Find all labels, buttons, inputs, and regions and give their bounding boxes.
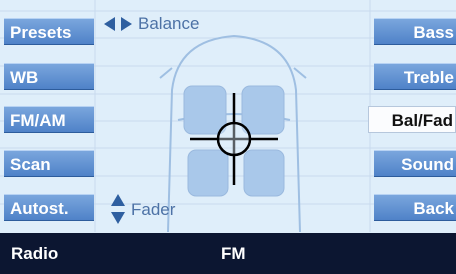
fader-label: Fader bbox=[131, 200, 176, 219]
scan-button[interactable]: Scan bbox=[4, 150, 94, 177]
radio-audio-screen: Presets WB FM/AM Scan Autost. Bass Trebl… bbox=[0, 0, 456, 274]
bass-button[interactable]: Bass bbox=[374, 18, 456, 45]
seat-rear-left bbox=[187, 149, 229, 197]
autostore-button[interactable]: Autost. bbox=[4, 194, 94, 221]
seat-front-left bbox=[183, 85, 227, 135]
source-label: Radio bbox=[11, 244, 59, 263]
up-down-arrows-icon bbox=[111, 194, 125, 224]
wb-button[interactable]: WB bbox=[4, 63, 94, 90]
seat-rear-right bbox=[243, 149, 285, 197]
sound-button[interactable]: Sound bbox=[374, 150, 456, 177]
seat-front-right bbox=[241, 85, 285, 135]
balance-label: Balance bbox=[138, 14, 200, 33]
band-label: FM bbox=[221, 244, 246, 263]
fm-am-button[interactable]: FM/AM bbox=[4, 106, 94, 133]
bal-fad-button-selected[interactable]: Bal/Fad bbox=[368, 106, 456, 133]
back-button[interactable]: Back bbox=[374, 194, 456, 221]
presets-button[interactable]: Presets bbox=[4, 18, 94, 45]
left-right-arrows-icon bbox=[104, 17, 132, 31]
treble-button[interactable]: Treble bbox=[374, 63, 456, 90]
status-bar: Radio FM bbox=[0, 233, 456, 274]
